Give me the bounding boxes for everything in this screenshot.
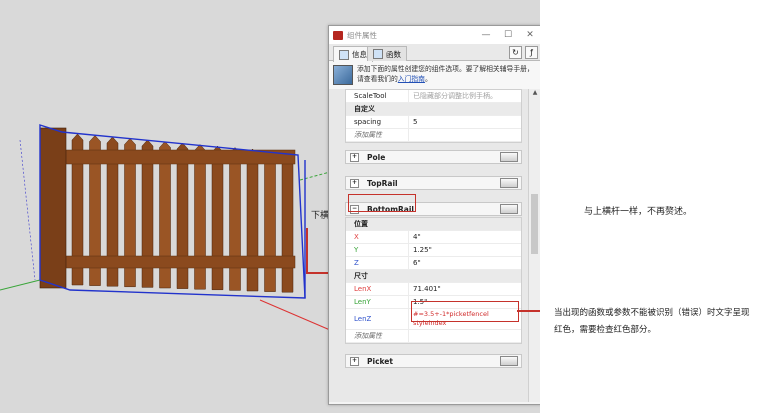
table-row[interactable]: spacing 5	[346, 116, 521, 129]
fence-picket[interactable]	[264, 150, 276, 292]
attr-value-empty	[408, 330, 521, 342]
attr-group-header: 位置	[354, 220, 368, 228]
attr-key: X	[354, 233, 359, 241]
table-row[interactable]: LenX 71.401"	[346, 283, 521, 296]
section-options-button[interactable]	[500, 204, 518, 214]
info-text-end: 。	[424, 75, 432, 83]
table-row[interactable]: 添加属性	[346, 330, 521, 343]
bottomrail-highlight-box	[348, 194, 416, 212]
attr-key: ScaleTool	[354, 92, 387, 100]
info-text-main: 添加下面的属性创建您的组件选项。要了解相关辅导手册，请查看我们的	[357, 65, 534, 83]
info-text: 添加下面的属性创建您的组件选项。要了解相关辅导手册，请查看我们的入门指南。	[357, 61, 537, 89]
attr-key: LenX	[354, 285, 372, 293]
table-row[interactable]: ScaleTool 已隐藏部分调整比例手柄。	[346, 90, 521, 103]
section-title: Picket	[367, 356, 393, 366]
top-attributes-table: ScaleTool 已隐藏部分调整比例手柄。 自定义 spacing 5 添加属性	[345, 89, 522, 143]
section-options-button[interactable]	[500, 152, 518, 162]
section-options-button[interactable]	[500, 356, 518, 366]
same-as-top-note: 与上横杆一样，不再赘述。	[584, 207, 693, 217]
error-highlight-box	[411, 301, 519, 322]
tab-tools: ↻ ƒ	[509, 46, 538, 59]
table-row[interactable]: Y 1.25"	[346, 244, 521, 257]
add-attribute-link[interactable]: 添加属性	[346, 130, 408, 140]
table-row[interactable]: 添加属性	[346, 129, 521, 142]
attr-value[interactable]: 1.25"	[408, 244, 521, 256]
section-options-button[interactable]	[500, 178, 518, 188]
add-attribute-link[interactable]: 添加属性	[346, 331, 408, 341]
tab-functions[interactable]: 函数	[367, 46, 407, 61]
sketchup-app-icon	[333, 30, 343, 40]
blue-axis	[19, 139, 36, 281]
attr-key: LenZ	[354, 315, 372, 323]
attributes-panel[interactable]: ScaleTool 已隐藏部分调整比例手柄。 自定义 spacing 5 添加属性 …	[329, 89, 528, 402]
component-attributes-dialog: 组件属性 — ☐ ✕ 信息 函数 ↻ ƒ 添加下面的属性创建您的组件选项。要了解…	[328, 25, 542, 405]
function-icon	[373, 49, 383, 59]
table-row: 位置	[346, 218, 521, 231]
tab-functions-label: 函数	[386, 49, 401, 59]
section-picket[interactable]: + Picket	[345, 354, 522, 368]
callout-line-rail	[306, 228, 308, 274]
attr-value[interactable]: 已隐藏部分调整比例手柄。	[408, 90, 521, 102]
info-icon	[339, 49, 349, 60]
expand-icon[interactable]: +	[350, 178, 359, 188]
fence-picket[interactable]	[229, 147, 241, 291]
dialog-tabs: 信息 函数 ↻ ƒ	[329, 44, 541, 62]
expand-icon[interactable]: +	[350, 152, 359, 162]
attr-key: LenY	[354, 298, 371, 306]
bottom-rail[interactable]	[44, 255, 296, 269]
table-row: 尺寸	[346, 270, 521, 283]
attr-value[interactable]: 6"	[408, 257, 521, 269]
tab-info-label: 信息	[352, 50, 367, 59]
red-axis	[259, 299, 331, 331]
table-row[interactable]: Z 6"	[346, 257, 521, 270]
top-rail[interactable]	[44, 149, 296, 165]
minimize-button[interactable]: —	[475, 30, 497, 40]
annotation-pane: 与上横杆一样，不再赘述。 当出现的函数或参数不能被识别（错误）时文字呈现红色，需…	[540, 0, 760, 413]
info-banner: 添加下面的属性创建您的组件选项。要了解相关辅导手册，请查看我们的入门指南。	[329, 61, 541, 90]
fence-picket[interactable]	[246, 148, 259, 292]
table-row: 自定义	[346, 103, 521, 116]
table-row[interactable]: X 4"	[346, 231, 521, 244]
attr-key: Z	[354, 259, 359, 267]
function-toggle-icon[interactable]: ƒ	[525, 46, 538, 59]
fence-pole[interactable]	[39, 127, 67, 289]
section-title: TopRail	[367, 178, 398, 188]
component-cube-icon	[333, 65, 353, 85]
green-axis	[0, 279, 41, 291]
section-toprail[interactable]: + TopRail	[345, 176, 522, 190]
error-callout-line	[517, 310, 540, 312]
attr-group-header: 自定义	[354, 105, 375, 113]
getting-started-link[interactable]: 入门指南	[398, 75, 425, 83]
attr-value-empty	[408, 129, 521, 141]
close-button[interactable]: ✕	[519, 30, 541, 40]
bottomrail-attributes-table: 位置 X 4" Y 1.25" Z 6" 尺寸 LenX 71.401" LenY 1.5…	[345, 217, 522, 344]
refresh-icon[interactable]: ↻	[509, 46, 522, 59]
section-pole[interactable]: + Pole	[345, 150, 522, 164]
dialog-title: 组件属性	[347, 30, 377, 40]
attr-value[interactable]: 5	[408, 116, 521, 128]
attr-value[interactable]: 71.401"	[408, 283, 521, 295]
fence-picket[interactable]	[281, 151, 294, 293]
maximize-button[interactable]: ☐	[497, 30, 519, 40]
scrollbar-thumb[interactable]	[531, 194, 538, 254]
attr-key: spacing	[354, 118, 382, 126]
dialog-titlebar: 组件属性 — ☐ ✕	[329, 26, 541, 44]
attr-key: Y	[354, 246, 359, 254]
attr-group-header: 尺寸	[354, 272, 368, 280]
section-title: Pole	[367, 152, 386, 162]
error-explanation-note: 当出现的函数或参数不能被识别（错误）时文字呈现红色，需要检查红色部分。	[554, 308, 750, 335]
attr-value[interactable]: 4"	[408, 231, 521, 243]
expand-icon[interactable]: +	[350, 356, 359, 366]
